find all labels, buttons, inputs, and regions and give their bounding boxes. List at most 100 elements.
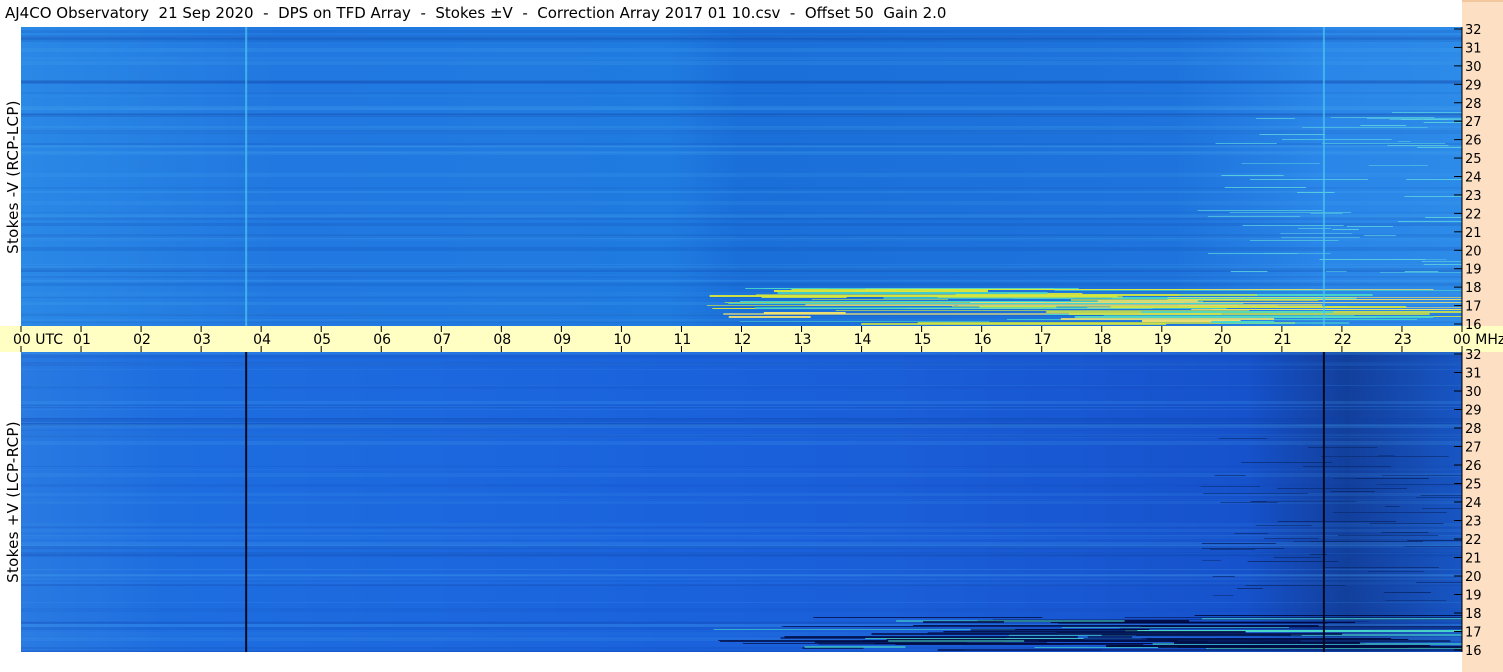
emission-streak: [1229, 212, 1352, 213]
frequency-band: [21, 236, 1462, 239]
time-tick-label: 13: [794, 332, 812, 348]
emission-streak: [888, 640, 1025, 642]
emission-streak: [1330, 491, 1375, 492]
emission-streak: [1060, 318, 1275, 320]
emission-streak: [1397, 141, 1411, 142]
emission-streak: [1245, 585, 1346, 586]
vertical-marker-1: [1322, 352, 1325, 652]
emission-streak: [805, 304, 1323, 306]
frequency-band: [21, 201, 1462, 205]
emission-streak: [1332, 229, 1359, 230]
emission-streak: [756, 308, 1227, 309]
emission-streak: [1214, 475, 1246, 476]
emission-streak: [1404, 271, 1439, 272]
emission-streak: [1220, 502, 1278, 503]
emission-streak: [1250, 240, 1339, 241]
emission-streak: [1364, 235, 1396, 236]
freq-tick-label: 29: [1465, 404, 1482, 419]
frequency-band: [21, 469, 1462, 470]
emission-streak: [1381, 532, 1429, 533]
emission-streak: [1194, 615, 1462, 616]
emission-streak: [739, 301, 1045, 302]
emission-streak: [1337, 535, 1439, 536]
emission-streak: [886, 639, 1409, 640]
time-tick-label: 08: [493, 332, 511, 348]
emission-streak: [1068, 313, 1430, 315]
time-tick-label: 09: [553, 332, 571, 348]
freq-tick-label: 25: [1465, 478, 1482, 493]
emission-streak: [1281, 237, 1360, 238]
emission-streak: [1242, 225, 1344, 226]
emission-streak: [1277, 521, 1396, 522]
emission-streak: [1212, 576, 1235, 577]
emission-streak: [1296, 192, 1335, 193]
emission-streak: [1250, 501, 1267, 502]
emission-streak: [1263, 253, 1331, 254]
freq-tick-label: 23: [1465, 515, 1482, 530]
time-tick-label: 23: [1394, 332, 1412, 348]
vertical-marker-0: [245, 352, 248, 652]
frequency-band: [21, 275, 1462, 278]
emission-streak: [1097, 300, 1198, 302]
freq-tick-label: 26: [1465, 134, 1482, 149]
time-tick-label: 14: [854, 332, 872, 348]
time-tick-label: 03: [193, 332, 211, 348]
emission-streak: [1061, 627, 1290, 628]
emission-streak: [1346, 226, 1393, 227]
time-tick-label: 12: [734, 332, 752, 348]
frequency-band: [21, 569, 1462, 570]
frequency-band: [21, 441, 1462, 445]
freq-tick-label: 19: [1465, 263, 1482, 278]
emission-streak: [1191, 309, 1462, 310]
freq-tick-label: 30: [1465, 60, 1482, 75]
waterfall-top: [21, 27, 1462, 326]
time-tick-label: 10: [613, 332, 631, 348]
emission-streak: [1224, 187, 1306, 188]
freq-tick-label: 20: [1465, 244, 1482, 259]
emission-streak: [1211, 321, 1275, 323]
emission-streak: [1330, 117, 1435, 118]
emission-streak: [739, 321, 990, 322]
freq-tick-label: 21: [1465, 226, 1482, 241]
emission-streak: [1230, 271, 1268, 272]
frequency-band: [21, 473, 1462, 477]
emission-streak: [763, 312, 846, 314]
freq-tick-label: 30: [1465, 385, 1482, 400]
emission-streak: [1280, 233, 1353, 234]
freq-tick-label: 16: [1465, 318, 1482, 333]
emission-streak: [969, 302, 1462, 303]
frequency-band: [21, 529, 1462, 532]
emission-streak: [1012, 298, 1074, 299]
emission-streak: [1207, 216, 1301, 217]
frequency-band: [21, 95, 1462, 97]
frequency-band: [21, 385, 1462, 389]
frequency-band: [21, 145, 1462, 146]
emission-streak: [1158, 646, 1462, 648]
time-tick-label: 17: [1034, 332, 1052, 348]
emission-streak: [1368, 571, 1425, 572]
y-axis-label-bottom-text: Stokes +V (LCP-RCP): [4, 421, 23, 583]
freq-tick-label: 28: [1465, 422, 1482, 437]
frequency-band: [21, 191, 1462, 193]
emission-streak: [1302, 127, 1428, 128]
freq-tick-label: 26: [1465, 459, 1482, 474]
time-axis-bar: 00 UTC 01 02 03 04 05 06 07 08 09 10 11 12 13 14 15 16 17…: [0, 326, 1503, 352]
frequency-band: [21, 92, 1462, 94]
freq-tick-label: 18: [1465, 607, 1482, 622]
freq-tick-label: 28: [1465, 97, 1482, 112]
bottom-margin: [0, 652, 1462, 672]
emission-streak: [811, 299, 948, 300]
frequency-band: [21, 578, 1462, 580]
freq-tick-label: 17: [1465, 626, 1482, 641]
emission-streak: [1319, 259, 1426, 260]
frequency-band: [21, 264, 1462, 265]
frequency-band: [21, 575, 1462, 577]
emission-streak: [1124, 617, 1462, 618]
frequency-band: [21, 266, 1462, 270]
frequency-band: [21, 280, 1462, 281]
frequency-band: [21, 146, 1462, 148]
time-tick-label: 22: [1334, 332, 1352, 348]
emission-streak: [1140, 311, 1334, 313]
emission-streak: [1369, 523, 1444, 524]
emission-streak: [1236, 588, 1263, 589]
